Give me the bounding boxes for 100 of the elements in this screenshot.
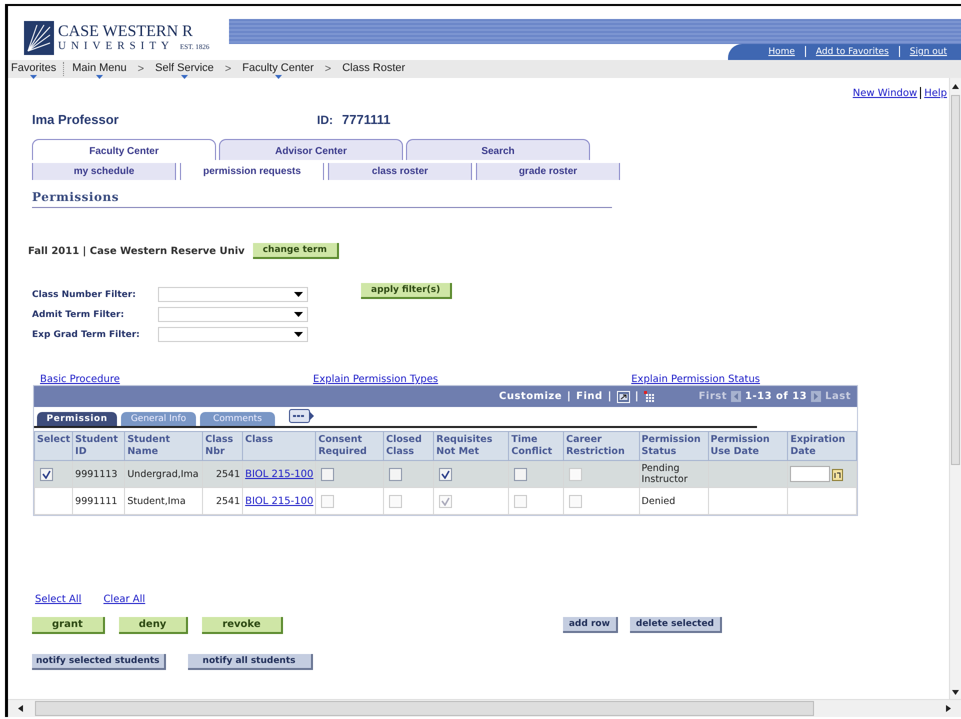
select-link[interactable]: Select All xyxy=(35,594,82,605)
column-header: Time Conflict xyxy=(508,432,564,460)
checkmark-icon xyxy=(441,470,450,478)
filter-dropdown[interactable] xyxy=(158,307,308,322)
scroll-right-icon xyxy=(946,705,951,712)
table-cell: Student,Ima xyxy=(124,488,203,514)
subtab[interactable]: my schedule xyxy=(32,163,176,180)
scroll-left-icon xyxy=(18,705,23,712)
vertical-scrollbar[interactable] xyxy=(949,78,961,699)
action-button[interactable]: revoke xyxy=(202,617,283,634)
row-range: 1-13 of 13 xyxy=(745,391,808,402)
checkbox[interactable] xyxy=(389,468,402,480)
scroll-up-icon xyxy=(952,84,959,89)
row-button[interactable]: add row xyxy=(562,617,618,633)
id-label: ID: xyxy=(317,113,333,127)
filter-label: Admit Term Filter: xyxy=(32,310,126,320)
dropdown-arrow-icon xyxy=(294,292,303,297)
dropdown-caret-icon xyxy=(274,75,282,79)
explanation-link[interactable]: Explain Permission Types xyxy=(313,374,438,385)
show-all-columns-icon xyxy=(289,409,315,423)
explanation-link[interactable]: Explain Permission Status xyxy=(631,374,760,385)
id-value: 7771111 xyxy=(342,112,390,127)
tab[interactable]: Advisor Center xyxy=(219,139,403,160)
checkbox[interactable] xyxy=(321,468,334,480)
subtab[interactable]: class roster xyxy=(328,163,472,180)
breadcrumb-item[interactable]: Main Menu xyxy=(69,60,130,78)
column-header: Requisites Not Met xyxy=(434,432,509,460)
breadcrumb-item[interactable]: Class Roster xyxy=(339,60,408,78)
top-link[interactable]: Help xyxy=(924,88,947,98)
table-cell: 9991111 xyxy=(72,488,125,514)
breadcrumb-item[interactable]: Faculty Center xyxy=(239,60,317,78)
table-cell: Undergrad,Ima xyxy=(124,460,203,488)
change-term-button[interactable]: change term xyxy=(252,243,339,259)
action-button[interactable]: deny xyxy=(118,617,188,634)
action-button[interactable]: grant xyxy=(32,617,105,634)
breadcrumb-separator: > xyxy=(224,63,232,75)
date-field[interactable] xyxy=(790,466,830,482)
dropdown-arrow-icon xyxy=(294,312,303,317)
subtab[interactable]: permission requests xyxy=(180,163,324,180)
subtab[interactable]: grade roster xyxy=(476,163,620,180)
table-cell: 2541 xyxy=(202,460,243,488)
calendar-icon xyxy=(832,468,844,480)
column-header: Class Nbr xyxy=(202,432,243,460)
table-cell: Pending Instructor xyxy=(639,460,708,488)
page-title: Permissions xyxy=(32,190,612,208)
scroll-down-icon xyxy=(952,690,959,695)
explanation-link[interactable]: Basic Procedure xyxy=(40,374,120,385)
logo-subtitle: UNIVERSITY xyxy=(58,40,174,52)
checkbox[interactable] xyxy=(40,468,53,480)
filter-label: Exp Grad Term Filter: xyxy=(32,330,141,340)
checkmark-icon xyxy=(42,470,51,478)
column-header: Class xyxy=(242,432,316,460)
column-header: Consent Required xyxy=(316,432,384,460)
column-header: Career Restriction xyxy=(564,432,640,460)
tab[interactable]: Faculty Center xyxy=(32,139,216,160)
toolbar-separator: | xyxy=(567,391,572,402)
grid-icon xyxy=(644,390,656,402)
grid-tab[interactable]: Permission xyxy=(37,412,117,426)
apply-filter-button[interactable]: apply filter(s) xyxy=(361,282,452,298)
filter-dropdown[interactable] xyxy=(158,287,308,302)
dropdown-caret-icon xyxy=(180,75,188,79)
column-header: Closed Class xyxy=(384,432,434,460)
header-link[interactable]: Add to Favorites xyxy=(806,46,899,57)
filter-label: Class Number Filter: xyxy=(32,290,137,300)
checkbox[interactable] xyxy=(514,468,528,480)
window-icon xyxy=(616,390,630,402)
logo-name: CASE WESTERN R xyxy=(58,24,194,40)
notify-button[interactable]: notify selected students xyxy=(32,654,166,670)
column-header: Permission Status xyxy=(639,432,708,460)
row-button[interactable]: delete selected xyxy=(630,617,722,633)
notify-button[interactable]: notify all students xyxy=(188,654,312,670)
header-link[interactable]: Sign out xyxy=(900,46,957,57)
breadcrumb-item[interactable]: Favorites xyxy=(8,60,60,78)
breadcrumb-separator: > xyxy=(136,63,146,75)
toolbar-link[interactable]: Find xyxy=(576,391,603,402)
checkbox[interactable] xyxy=(439,468,452,480)
person-name: Ima Professor xyxy=(32,112,120,127)
toolbar-separator: | xyxy=(608,391,612,402)
scroll-thumb[interactable] xyxy=(951,95,960,465)
toolbar-link[interactable]: Customize xyxy=(499,391,562,402)
term-label: Fall 2011 | Case Western Reserve Univ xyxy=(28,246,245,256)
column-header: Student ID xyxy=(72,432,125,460)
sunburst-icon xyxy=(24,21,54,55)
scroll-thumb[interactable] xyxy=(35,701,814,716)
breadcrumb-separator: > xyxy=(324,63,332,75)
tab[interactable]: Search xyxy=(406,139,590,160)
table-cell: Denied xyxy=(639,488,708,514)
toolbar-separator: | xyxy=(634,391,640,402)
top-link[interactable]: New Window xyxy=(852,88,918,98)
filter-dropdown[interactable] xyxy=(158,327,308,342)
table-cell: 9991113 xyxy=(72,460,125,488)
select-link[interactable]: Clear All xyxy=(103,594,146,605)
column-header: Expiration Date xyxy=(788,432,856,460)
horizontal-scrollbar[interactable] xyxy=(8,699,961,717)
table-cell: 2541 xyxy=(202,488,243,514)
breadcrumb-item[interactable]: Self Service xyxy=(152,60,217,78)
column-header: Student Name xyxy=(124,432,203,460)
header-link[interactable]: Home xyxy=(758,46,805,57)
column-header: Select xyxy=(34,432,73,460)
dropdown-caret-icon xyxy=(30,75,38,79)
